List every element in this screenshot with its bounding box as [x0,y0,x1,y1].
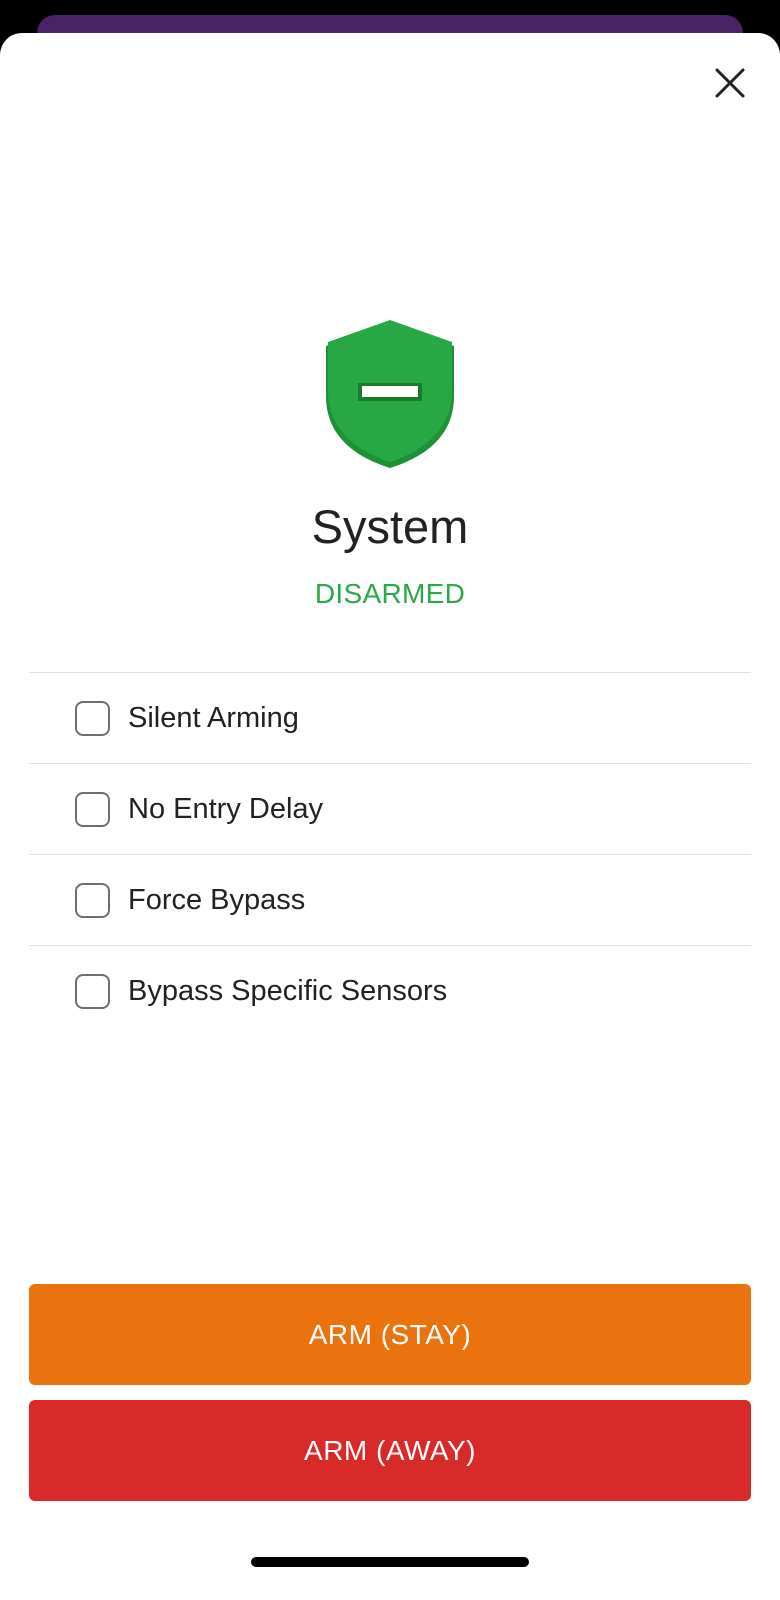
option-force-bypass[interactable]: Force Bypass [29,855,751,946]
arm-away-button[interactable]: ARM (AWAY) [29,1400,751,1501]
option-label: Silent Arming [128,701,299,734]
arming-options-list: Silent Arming No Entry Delay Force Bypas… [29,672,751,1036]
option-silent-arming[interactable]: Silent Arming [29,673,751,764]
option-no-entry-delay[interactable]: No Entry Delay [29,764,751,855]
bypass-specific-sensors-checkbox[interactable] [75,973,110,1009]
option-label: Bypass Specific Sensors [128,974,448,1007]
option-bypass-specific-sensors[interactable]: Bypass Specific Sensors [29,946,751,1036]
status-label: DISARMED [314,578,466,609]
shield-disarmed-icon [326,320,454,468]
force-bypass-checkbox[interactable] [75,882,110,918]
arm-stay-button[interactable]: ARM (STAY) [29,1284,751,1385]
no-entry-delay-checkbox[interactable] [75,791,110,827]
option-label: No Entry Delay [128,792,324,825]
arming-sheet: System DISARMED Silent Arming No Entry D… [0,33,780,1600]
close-button[interactable] [704,57,756,109]
option-label: Force Bypass [128,883,306,916]
system-title: System [311,500,469,553]
close-icon [715,68,745,98]
home-indicator[interactable] [251,1557,529,1567]
silent-arming-checkbox[interactable] [75,700,110,736]
